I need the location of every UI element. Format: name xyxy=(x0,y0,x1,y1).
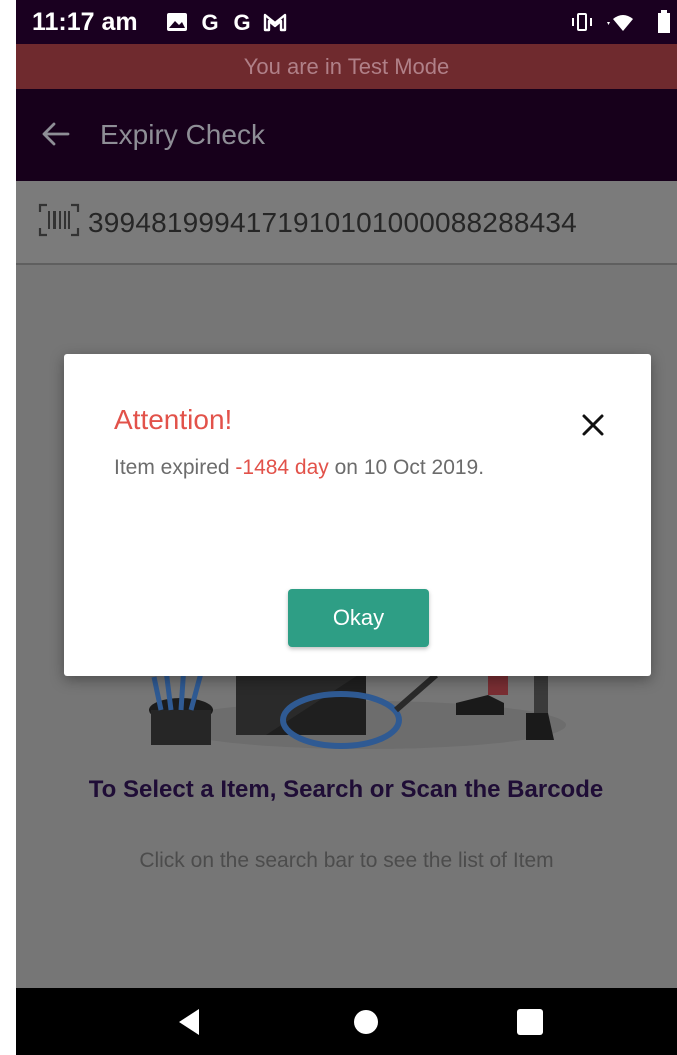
attention-dialog: Attention! Item expired -1484 day on 10 … xyxy=(64,354,651,676)
phone-screen: 11:17 am G G You are in Test Mode Expiry… xyxy=(16,0,677,1055)
expired-days: -1484 day xyxy=(235,456,329,479)
arrow-left-icon[interactable] xyxy=(38,117,72,151)
status-time: 11:17 am xyxy=(32,8,138,36)
page-title: Expiry Check xyxy=(100,119,265,150)
battery-icon xyxy=(658,10,670,33)
search-bar[interactable]: 3994819994171910101000088288434 xyxy=(16,181,677,265)
google-icon: G xyxy=(201,10,218,35)
back-triangle-icon[interactable] xyxy=(169,1002,209,1042)
test-mode-text: You are in Test Mode xyxy=(243,53,450,79)
search-input[interactable]: 3994819994171910101000088288434 xyxy=(88,207,577,239)
vibrate-icon xyxy=(572,13,592,31)
close-icon[interactable] xyxy=(580,412,606,438)
recents-square-icon[interactable] xyxy=(510,1002,550,1042)
empty-state-subtitle: Click on the search bar to see the list … xyxy=(139,849,554,872)
home-circle-icon[interactable] xyxy=(346,1002,386,1042)
status-bar: 11:17 am G G xyxy=(16,0,677,44)
wifi-icon xyxy=(607,15,633,31)
message-prefix: Item expired xyxy=(114,456,236,479)
okay-button[interactable]: Okay xyxy=(288,589,429,647)
gmail-icon xyxy=(263,13,287,32)
google-icon: G xyxy=(233,10,250,35)
navigation-bar xyxy=(16,988,677,1055)
test-mode-banner: You are in Test Mode xyxy=(16,44,677,89)
svg-text:G: G xyxy=(201,10,218,35)
barcode-scan-icon[interactable] xyxy=(38,203,80,237)
message-suffix: on 10 Oct 2019. xyxy=(328,456,485,479)
empty-state-title: To Select a Item, Search or Scan the Bar… xyxy=(88,776,604,803)
dialog-title: Attention! xyxy=(114,404,233,435)
dialog-message: Item expired -1484 day on 10 Oct 2019. xyxy=(114,456,484,480)
svg-text:G: G xyxy=(233,10,250,35)
image-icon xyxy=(167,13,187,31)
app-bar: Expiry Check xyxy=(16,89,677,181)
